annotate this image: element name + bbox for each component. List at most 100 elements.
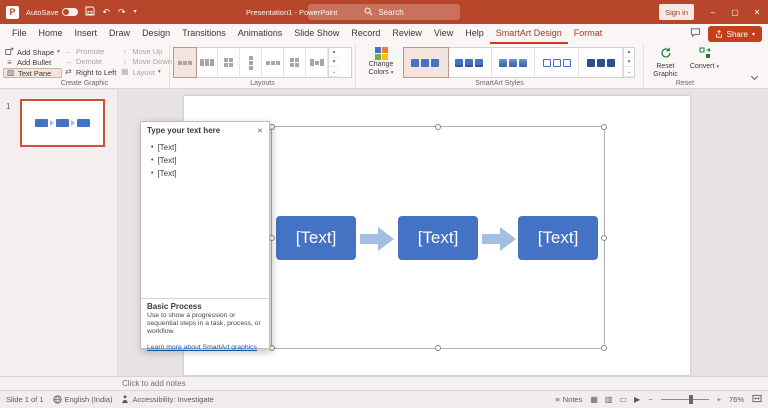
notes-toggle[interactable]: ≡ Notes: [555, 395, 582, 404]
zoom-in-icon[interactable]: +: [717, 395, 721, 404]
add-shape-button[interactable]: Add Shape ▾: [3, 47, 62, 57]
tab-draw[interactable]: Draw: [103, 24, 136, 44]
tab-help[interactable]: Help: [459, 24, 490, 44]
tab-file[interactable]: File: [6, 24, 33, 44]
minimize-button[interactable]: –: [702, 0, 724, 24]
zoom-level[interactable]: 76%: [729, 395, 744, 404]
quick-access-toolbar: ↶ ↷ ▾: [85, 3, 137, 21]
status-bar: Slide 1 of 1 English (India) Accessibili…: [0, 390, 768, 408]
layout-thumbnail[interactable]: [284, 48, 306, 77]
text-pane-button[interactable]: ▥ Text Pane: [3, 68, 62, 78]
mini-arrow-icon: [50, 120, 54, 126]
smartart-learn-more-link[interactable]: Learn more about SmartArt graphics: [147, 344, 257, 351]
accessibility-status[interactable]: Accessibility: Investigate: [121, 395, 213, 404]
slide-indicator[interactable]: Slide 1 of 1: [6, 395, 44, 404]
undo-icon[interactable]: ↶: [103, 8, 111, 17]
comments-icon[interactable]: [690, 25, 701, 43]
smartart-selection-frame[interactable]: [Text] [Text] [Text]: [271, 126, 605, 349]
resize-handle[interactable]: [601, 345, 607, 351]
scroll-up-icon[interactable]: ▴: [624, 48, 634, 58]
sign-in-button[interactable]: Sign in: [659, 4, 694, 20]
text-pane-item[interactable]: •[Text]: [151, 167, 265, 180]
tab-slide-show[interactable]: Slide Show: [288, 24, 345, 44]
right-to-left-button[interactable]: ⇄ Right to Left: [62, 68, 118, 77]
group-smartart-styles: Change Colors ▾ ▴ ▾ ⌄ SmartArt Styles: [356, 44, 644, 88]
slide-sorter-view-icon[interactable]: ▥: [605, 395, 613, 404]
tab-format[interactable]: Format: [568, 24, 609, 44]
slideshow-view-icon[interactable]: ▶: [634, 395, 640, 404]
tab-record[interactable]: Record: [345, 24, 386, 44]
move-up-button[interactable]: ↑ Move Up: [118, 47, 166, 56]
tab-transitions[interactable]: Transitions: [176, 24, 232, 44]
close-button[interactable]: ✕: [746, 0, 768, 24]
language-status[interactable]: English (India): [53, 395, 113, 404]
convert-button[interactable]: Convert ▾: [686, 46, 723, 79]
layout-thumbnail[interactable]: [240, 48, 262, 77]
accessibility-icon: [121, 395, 129, 404]
resize-handle[interactable]: [601, 235, 607, 241]
add-bullet-button[interactable]: ≡ Add Bullet: [3, 58, 62, 67]
tab-design[interactable]: Design: [136, 24, 176, 44]
resize-handle[interactable]: [435, 124, 441, 130]
tab-home[interactable]: Home: [33, 24, 69, 44]
scroll-down-icon[interactable]: ▾: [329, 58, 339, 68]
zoom-slider-thumb[interactable]: [689, 395, 693, 404]
smartart-shape[interactable]: [Text]: [518, 216, 598, 260]
layout-thumbnail[interactable]: [174, 48, 196, 77]
tab-animations[interactable]: Animations: [232, 24, 289, 44]
autosave-toggle[interactable]: AutoSave: [26, 8, 78, 17]
group-label: SmartArt Styles: [356, 80, 643, 87]
text-pane-title: Type your text here: [147, 126, 220, 135]
layout-button[interactable]: ▦ Layout ▾: [118, 68, 166, 77]
normal-view-icon[interactable]: ▦: [590, 395, 598, 404]
layout-thumbnail[interactable]: [306, 48, 328, 77]
demote-button[interactable]: → Demote: [62, 57, 118, 66]
promote-button[interactable]: ← Promote: [62, 47, 118, 56]
share-button[interactable]: Share ▾: [708, 26, 762, 42]
text-pane-item[interactable]: •[Text]: [151, 154, 265, 167]
tab-review[interactable]: Review: [386, 24, 428, 44]
chevron-down-icon: ▾: [57, 49, 60, 55]
resize-handle[interactable]: [601, 124, 607, 130]
style-thumbnail[interactable]: [579, 48, 623, 77]
maximize-button[interactable]: ▢: [724, 0, 746, 24]
gallery-more-icon[interactable]: ⌄: [624, 67, 634, 77]
zoom-out-icon[interactable]: −: [648, 395, 652, 404]
collapse-ribbon-button[interactable]: [751, 73, 758, 80]
text-pane-item[interactable]: •[Text]: [151, 141, 265, 154]
layout-thumbnail[interactable]: [262, 48, 284, 77]
close-icon[interactable]: ✕: [257, 127, 263, 135]
gallery-more-icon[interactable]: ⌄: [329, 67, 339, 77]
layout-thumbnail[interactable]: [218, 48, 240, 77]
scroll-up-icon[interactable]: ▴: [329, 48, 339, 58]
chevron-down-icon: ▾: [158, 69, 161, 75]
zoom-slider[interactable]: [661, 399, 709, 400]
fit-to-window-icon[interactable]: [752, 394, 762, 405]
resize-handle[interactable]: [435, 345, 441, 351]
change-colors-button[interactable]: Change Colors ▾: [359, 46, 403, 79]
style-thumbnail[interactable]: [492, 48, 536, 77]
mini-arrow-icon: [71, 120, 75, 126]
layout-thumbnail[interactable]: [196, 48, 218, 77]
save-icon[interactable]: [85, 3, 95, 21]
redo-icon[interactable]: ↷: [118, 8, 126, 17]
move-down-button[interactable]: ↓ Move Down: [118, 57, 166, 66]
tab-view[interactable]: View: [428, 24, 459, 44]
scroll-down-icon[interactable]: ▾: [624, 58, 634, 68]
process-arrow-icon: [482, 227, 516, 251]
reset-graphic-button[interactable]: Reset Graphic: [647, 46, 684, 79]
search-input[interactable]: Search: [308, 4, 460, 20]
style-thumbnail[interactable]: [404, 48, 448, 77]
mini-shape: [35, 119, 48, 127]
toggle-off-icon[interactable]: [62, 8, 78, 16]
style-thumbnail[interactable]: [448, 48, 492, 77]
customize-qat-icon[interactable]: ▾: [134, 9, 137, 15]
tab-insert[interactable]: Insert: [69, 24, 104, 44]
slide-thumbnail[interactable]: [20, 99, 105, 147]
smartart-shape[interactable]: [Text]: [276, 216, 356, 260]
reading-view-icon[interactable]: ▭: [619, 395, 627, 404]
notes-bar[interactable]: Click to add notes: [0, 376, 768, 390]
tab-smartart-design[interactable]: SmartArt Design: [490, 24, 568, 44]
style-thumbnail[interactable]: [535, 48, 579, 77]
smartart-shape[interactable]: [Text]: [398, 216, 478, 260]
